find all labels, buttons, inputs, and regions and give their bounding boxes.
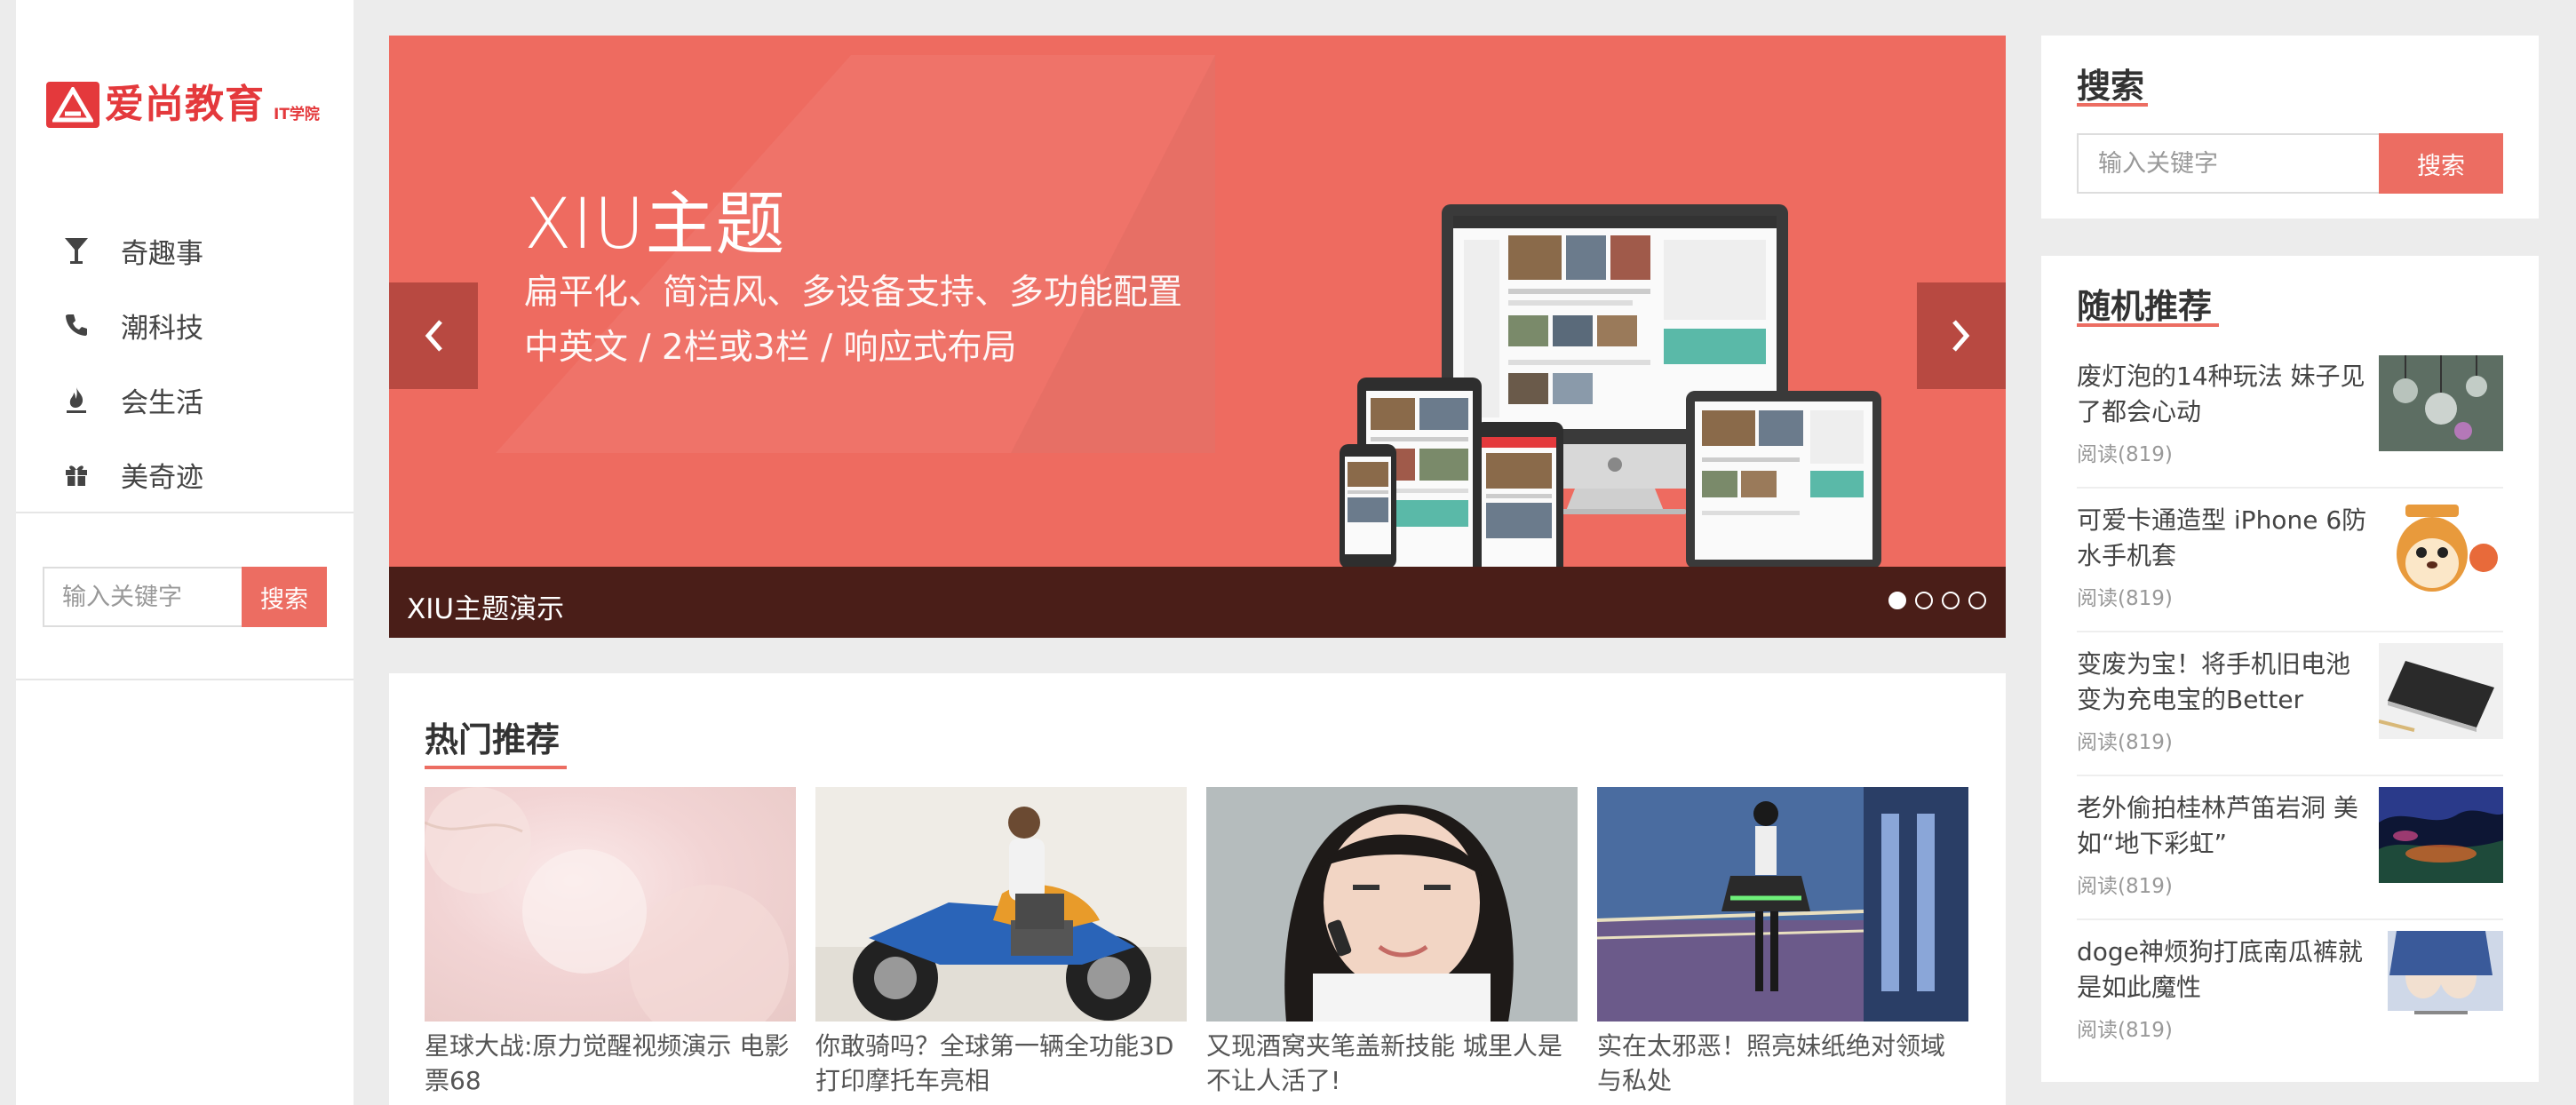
sidebar-divider (16, 512, 354, 513)
cartoon-case-image (2397, 505, 2498, 592)
list-item[interactable]: 废灯泡的14种玩法 妹子见了都会心动 阅读(819) (2077, 345, 2503, 489)
hot-card-caption[interactable]: 又现酒窝夹笔盖新技能 城里人是不让人活了! (1206, 1029, 1578, 1098)
list-item-views: 阅读(819) (2077, 875, 2173, 898)
list-item-title[interactable]: 废灯泡的14种玩法 妹子见了都会心动 (2077, 359, 2370, 430)
night-scene-image (1597, 787, 1968, 1022)
widget-search-input[interactable] (2077, 133, 2379, 194)
list-item[interactable]: 变废为宝！将手机旧电池变为充电宝的Better 阅读(819) (2077, 632, 2503, 776)
hot-card-caption[interactable]: 实在太邪恶！照亮妹纸绝对领域与私处 (1597, 1029, 1968, 1098)
chevron-left-icon (425, 320, 442, 352)
slide-subtitle-1: 扁平化、简洁风、多设备支持、多功能配置 (524, 273, 1183, 313)
nav-item-label: 奇趣事 (121, 237, 203, 270)
list-item-thumbnail[interactable] (2379, 931, 2503, 1027)
site-logo[interactable]: 爱尚教育 IT学院 (46, 71, 320, 128)
left-sidebar: 爱尚教育 IT学院 奇趣事 潮科技 会生活 美奇迹 输入关键字 搜索 (16, 0, 354, 1105)
hot-card[interactable]: 又现酒窝夹笔盖新技能 城里人是不让人活了! (1206, 787, 1578, 1098)
hot-card-caption[interactable]: 你敢骑吗？全球第一辆全功能3D打印摩托车亮相 (815, 1029, 1187, 1098)
widget-search-button[interactable]: 搜索 (2379, 133, 2503, 194)
widget-title-underline (2077, 103, 2148, 107)
hot-section: 热门推荐 星球大战:原力觉醒视频演示 电影票68 你敢骑吗？全球第一辆全功能3D… (389, 673, 2006, 1105)
phone-icon (60, 309, 92, 341)
sidebar-divider (16, 679, 354, 680)
nav-item-qiqushi[interactable]: 奇趣事 (16, 213, 354, 288)
list-item-thumbnail[interactable] (2379, 787, 2503, 883)
nav-item-label: 会生活 (121, 386, 203, 419)
motorcycle-image (815, 807, 1187, 1022)
section-title-underline (425, 766, 567, 769)
list-item-views: 阅读(819) (2077, 1019, 2173, 1042)
banner-slider: XIU主题 扁平化、简洁风、多设备支持、多功能配置 中英文 / 2栏或3栏 / … (389, 36, 2006, 638)
list-item[interactable]: 老外偷拍桂林芦笛岩洞 美如“地下彩虹” 阅读(819) (2077, 776, 2503, 920)
power-bank-image (2379, 643, 2503, 739)
pumpkin-pants-image (2388, 931, 2503, 1014)
logo-text: 爱尚教育 (105, 82, 265, 127)
nav-item-meiqiji[interactable]: 美奇迹 (16, 437, 354, 512)
slider-dot[interactable] (1942, 592, 1960, 609)
list-item-views: 阅读(819) (2077, 731, 2173, 754)
nav-item-chaokeji[interactable]: 潮科技 (16, 288, 354, 362)
slider-prev-button[interactable] (389, 282, 478, 389)
slider-pagination (1888, 592, 1986, 609)
list-item-views: 阅读(819) (2077, 587, 2173, 610)
list-item[interactable]: 可爱卡通造型 iPhone 6防水手机套 阅读(819) (2077, 489, 2503, 632)
hot-card-image[interactable] (815, 787, 1187, 1022)
fire-icon (60, 384, 92, 416)
chevron-right-icon (1952, 320, 1970, 352)
main-nav: 奇趣事 潮科技 会生活 美奇迹 (16, 213, 354, 512)
nav-item-huishenghuo[interactable]: 会生活 (16, 362, 354, 437)
hot-card[interactable]: 你敢骑吗？全球第一辆全功能3D打印摩托车亮相 (815, 787, 1187, 1098)
logo-mark-icon (46, 82, 99, 128)
slider-next-button[interactable] (1917, 282, 2006, 389)
hot-card-image[interactable] (1206, 787, 1578, 1022)
random-recommend-widget: 随机推荐 废灯泡的14种玩法 妹子见了都会心动 阅读(819) 可爱卡通造型 i… (2041, 256, 2539, 1082)
sidebar-search: 搜索 (43, 567, 327, 627)
slider-dot[interactable] (1915, 592, 1933, 609)
sidebar-search-button[interactable]: 搜索 (242, 567, 327, 627)
list-item-views: 阅读(819) (2077, 443, 2173, 466)
list-item-title[interactable]: 变废为宝！将手机旧电池变为充电宝的Better (2077, 647, 2370, 718)
list-item-thumbnail[interactable] (2379, 643, 2503, 739)
hot-card[interactable]: 实在太邪恶！照亮妹纸绝对领域与私处 (1597, 787, 1968, 1098)
list-item-title[interactable]: doge神烦狗打底南瓜裤就是如此魔性 (2077, 934, 2370, 1006)
section-title: 热门推荐 (425, 720, 561, 759)
widget-title: 搜索 (2077, 67, 2145, 106)
cave-image (2379, 787, 2503, 883)
widget-search-row: 搜索 (2077, 133, 2503, 194)
hot-card-image[interactable] (1597, 787, 1968, 1022)
widget-title-underline (2077, 323, 2219, 327)
slider-dot[interactable] (1968, 592, 1986, 609)
slider-dot[interactable] (1888, 592, 1906, 609)
devices-illustration (1340, 204, 1908, 600)
list-item-thumbnail[interactable] (2379, 499, 2503, 595)
slide-caption-bar: XIU主题演示 (389, 567, 2006, 638)
slide-subtitle-2: 中英文 / 2栏或3栏 / 响应式布局 (524, 328, 1017, 368)
slide-caption[interactable]: XIU主题演示 (407, 586, 564, 626)
hot-card-caption[interactable]: 星球大战:原力觉醒视频演示 电影票68 (425, 1029, 796, 1098)
nav-item-label: 潮科技 (121, 312, 203, 345)
list-item[interactable]: doge神烦狗打底南瓜裤就是如此魔性 阅读(819) (2077, 920, 2503, 1064)
list-item-title[interactable]: 老外偷拍桂林芦笛岩洞 美如“地下彩虹” (2077, 791, 2370, 862)
list-item-thumbnail[interactable] (2379, 355, 2503, 451)
search-widget: 搜索 搜索 (2041, 36, 2539, 219)
hot-card-image[interactable] (425, 787, 796, 1022)
bulbs-image (2379, 355, 2503, 451)
logo-subtitle: IT学院 (274, 106, 320, 123)
gift-icon (60, 458, 92, 490)
nav-item-label: 美奇迹 (121, 461, 203, 494)
slide-title: XIU主题 (524, 185, 786, 265)
widget-title: 随机推荐 (2077, 287, 2213, 326)
girl-portrait-image (1206, 787, 1578, 1022)
random-list: 废灯泡的14种玩法 妹子见了都会心动 阅读(819) 可爱卡通造型 iPhone… (2077, 345, 2503, 1064)
hot-grid: 星球大战:原力觉醒视频演示 电影票68 你敢骑吗？全球第一辆全功能3D打印摩托车… (425, 787, 1968, 1098)
hot-card[interactable]: 星球大战:原力觉醒视频演示 电影票68 (425, 787, 796, 1098)
sidebar-search-input[interactable] (43, 567, 242, 627)
list-item-title[interactable]: 可爱卡通造型 iPhone 6防水手机套 (2077, 503, 2370, 574)
glass-icon (60, 235, 92, 266)
blossom-image (425, 787, 789, 1022)
